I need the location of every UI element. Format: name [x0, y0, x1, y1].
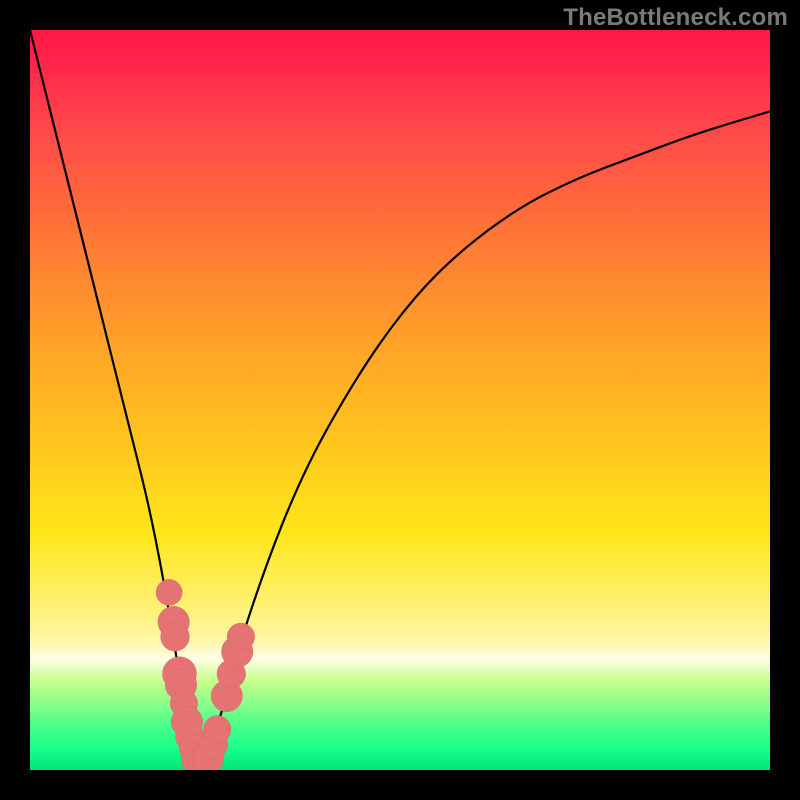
bead	[156, 579, 182, 605]
chart-area	[30, 30, 770, 770]
bead	[204, 716, 231, 743]
bottleneck-curve-chart	[30, 30, 770, 770]
bottleneck-curve	[30, 30, 770, 766]
watermark-text: TheBottleneck.com	[563, 4, 788, 32]
bead	[161, 623, 190, 652]
bead	[227, 623, 254, 650]
beads-cluster	[156, 579, 254, 770]
